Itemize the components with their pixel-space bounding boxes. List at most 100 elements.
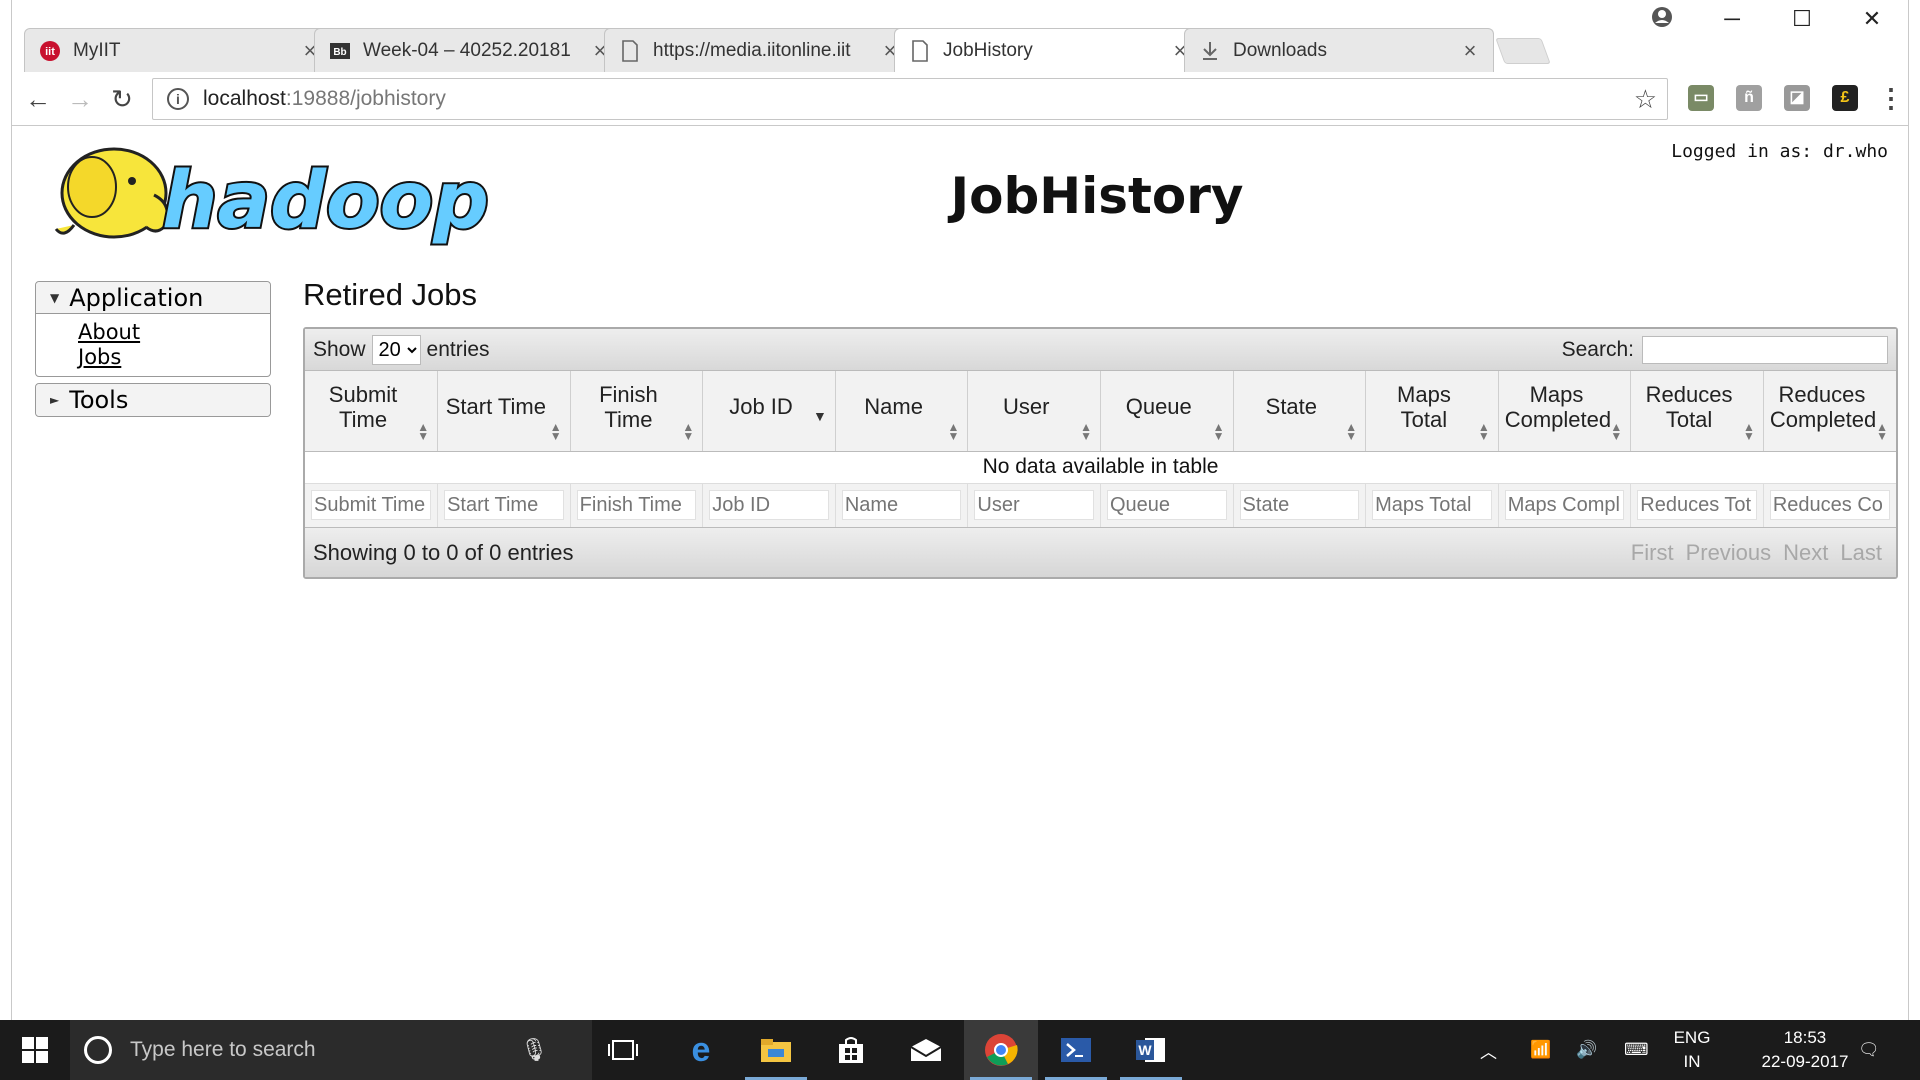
extension-icon[interactable]: ñ xyxy=(1736,85,1762,111)
close-window-icon[interactable]: ✕ xyxy=(1852,6,1892,32)
sort-icon: ▲ ▼ xyxy=(1610,419,1623,443)
word-icon[interactable]: W xyxy=(1114,1020,1188,1080)
filter-state[interactable] xyxy=(1239,490,1360,521)
url-host: localhost xyxy=(203,87,286,110)
bookmark-star-icon[interactable]: ☆ xyxy=(1634,84,1657,115)
col-submit-time[interactable]: Submit Time ▲ ▼ xyxy=(305,371,439,452)
iit-favicon: iit xyxy=(39,40,61,62)
pagination-first[interactable]: First xyxy=(1631,540,1674,566)
table-info: Showing 0 to 0 of 0 entries xyxy=(313,539,574,565)
tab-label: https://media.iitonline.iit xyxy=(653,39,851,61)
caret-right-icon: ► xyxy=(50,393,60,407)
taskbar-search-placeholder: Type here to search xyxy=(130,1038,316,1061)
info-icon[interactable]: i xyxy=(167,88,189,110)
filter-submit-time[interactable] xyxy=(311,490,432,521)
jobs-table-wrapper: Show 20 entries Search: Submit Time ▲ ▼ St… xyxy=(303,327,1898,579)
col-state[interactable]: State ▲ ▼ xyxy=(1233,371,1367,452)
minimize-icon[interactable]: ─ xyxy=(1712,6,1752,32)
keyboard-icon[interactable]: ⌨ xyxy=(1624,1020,1649,1080)
filter-row xyxy=(305,482,1896,527)
nav-tools-header[interactable]: ► Tools xyxy=(36,384,270,416)
sort-icon: ▲ ▼ xyxy=(1345,419,1358,443)
sort-icon: ▲ ▼ xyxy=(947,419,960,443)
nav-link-jobs[interactable]: Jobs xyxy=(78,345,270,370)
windows-taskbar: Type here to search 🎙 e W ︿ 📶 🔊 ⌨ ENG IN… xyxy=(0,1020,1920,1080)
filter-maps-completed[interactable] xyxy=(1504,490,1625,521)
tab-downloads[interactable]: Downloads × xyxy=(1184,28,1494,72)
input-language[interactable]: ENG IN xyxy=(1662,1026,1722,1074)
col-reduces-completed[interactable]: Reduces Completed ▲ ▼ xyxy=(1763,371,1896,452)
sort-icon: ▲ ▼ xyxy=(549,419,562,443)
filter-finish-time[interactable] xyxy=(576,490,697,521)
filter-job-id[interactable] xyxy=(709,490,829,521)
evernote-extension-icon[interactable]: £ xyxy=(1832,85,1858,111)
col-user[interactable]: User ▲ ▼ xyxy=(967,371,1101,452)
wifi-icon[interactable]: 📶 xyxy=(1530,1020,1551,1080)
sort-icon: ▲ ▼ xyxy=(682,419,695,443)
cast-extension-icon[interactable]: ▭ xyxy=(1688,85,1714,111)
filter-user[interactable] xyxy=(974,490,1094,521)
tab-myiit[interactable]: iit MyIIT × xyxy=(24,28,334,72)
new-tab-button[interactable] xyxy=(1495,38,1551,64)
chrome-icon[interactable] xyxy=(964,1020,1038,1080)
reload-icon[interactable]: ↻ xyxy=(104,82,140,116)
sort-icon: ▲ ▼ xyxy=(1477,419,1490,443)
sort-icon: ▲ ▼ xyxy=(417,419,430,443)
address-bar[interactable]: i localhost:19888/jobhistory ☆ xyxy=(152,78,1668,120)
volume-icon[interactable]: 🔊 xyxy=(1576,1020,1597,1080)
edge-browser-icon[interactable]: e xyxy=(664,1020,738,1080)
maximize-icon[interactable]: ☐ xyxy=(1782,6,1822,32)
col-maps-total[interactable]: Maps Total ▲ ▼ xyxy=(1365,371,1499,452)
empty-row: No data available in table xyxy=(305,451,1896,483)
filter-maps-total[interactable] xyxy=(1372,490,1492,521)
notifications-icon[interactable]: 🗨 xyxy=(1858,1020,1880,1080)
col-maps-completed[interactable]: Maps Completed ▲ ▼ xyxy=(1498,371,1632,452)
microphone-icon[interactable]: 🎙 xyxy=(520,1037,548,1063)
task-view-icon[interactable] xyxy=(586,1020,660,1080)
pagination-next[interactable]: Next xyxy=(1783,540,1828,566)
col-start-time[interactable]: Start Time ▲ ▼ xyxy=(437,371,571,452)
profile-icon[interactable] xyxy=(1642,6,1682,34)
cortana-icon xyxy=(84,1036,112,1064)
tab-week04[interactable]: Bb Week-04 – 40252.20181 × xyxy=(314,28,624,72)
taskbar-search-box[interactable]: Type here to search 🎙 xyxy=(70,1020,592,1080)
forward-arrow-icon[interactable]: → xyxy=(62,82,98,116)
show-hidden-icons[interactable]: ︿ xyxy=(1480,1020,1497,1080)
nav-tools: ► Tools xyxy=(35,383,271,417)
close-icon[interactable]: × xyxy=(1461,38,1479,64)
back-arrow-icon[interactable]: ← xyxy=(20,82,56,116)
powershell-icon[interactable] xyxy=(1039,1020,1113,1080)
taskbar-clock[interactable]: 18:53 22-09-2017 xyxy=(1750,1026,1860,1074)
shield-extension-icon[interactable]: ◪ xyxy=(1784,85,1810,111)
filter-name[interactable] xyxy=(841,490,962,521)
table-header-row: Submit Time ▲ ▼ Start Time ▲ ▼ Finish Time ▲ ▼… xyxy=(305,371,1896,452)
nav-link-about[interactable]: About xyxy=(78,320,270,345)
mail-icon[interactable] xyxy=(889,1020,963,1080)
tab-jobhistory[interactable]: JobHistory × xyxy=(894,28,1204,73)
page-length-select[interactable]: 20 xyxy=(371,334,421,365)
search-label: Search: xyxy=(1561,337,1634,361)
col-reduces-total[interactable]: Reduces Total ▲ ▼ xyxy=(1630,371,1764,452)
filter-reduces-completed[interactable] xyxy=(1769,490,1890,521)
col-name[interactable]: Name ▲ ▼ xyxy=(835,371,969,452)
search-input[interactable] xyxy=(1642,335,1888,364)
tab-media[interactable]: https://media.iitonline.iit × xyxy=(604,28,914,72)
menu-kebab-icon[interactable]: ⋮ xyxy=(1878,85,1904,111)
col-queue[interactable]: Queue ▲ ▼ xyxy=(1100,371,1234,452)
filter-reduces-total[interactable] xyxy=(1637,490,1757,521)
file-explorer-icon[interactable] xyxy=(739,1020,813,1080)
filter-queue[interactable] xyxy=(1106,490,1227,521)
col-job-id[interactable]: Job ID ▼ xyxy=(702,371,836,452)
sort-icon: ▲ ▼ xyxy=(1742,419,1755,443)
pagination-last[interactable]: Last xyxy=(1840,540,1882,566)
pagination-previous[interactable]: Previous xyxy=(1686,540,1772,566)
desktop-edge-right xyxy=(1908,0,1920,1020)
nav-application-header[interactable]: ▼ Application xyxy=(36,282,270,314)
url-path: :19888/jobhistory xyxy=(285,87,446,110)
col-finish-time[interactable]: Finish Time ▲ ▼ xyxy=(570,371,704,452)
windows-start-icon[interactable] xyxy=(12,1020,58,1080)
page-title: JobHistory xyxy=(950,167,1244,225)
store-icon[interactable] xyxy=(814,1020,888,1080)
filter-start-time[interactable] xyxy=(444,490,564,521)
blackboard-favicon: Bb xyxy=(329,40,351,62)
